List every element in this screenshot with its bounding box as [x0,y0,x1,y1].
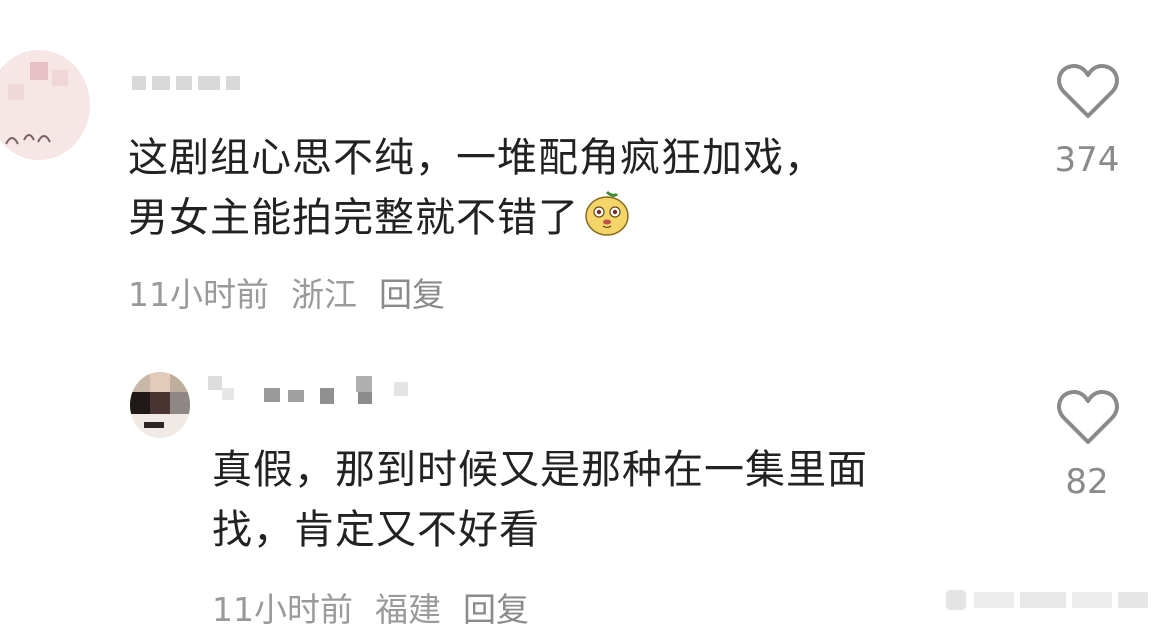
heart-outline-icon [1057,390,1119,444]
comment-2-time: 11小时前 [212,590,353,629]
heart-outline-icon [1057,64,1119,118]
comment-1-time: 11小时前 [128,275,269,314]
comment-1-line-1: 这剧组心思不纯，一堆配角疯狂加戏， [128,135,825,181]
comment-1-username[interactable] [132,72,252,94]
comment-2-location: 福建 [375,590,441,629]
comment-1-like-button[interactable] [1050,62,1126,124]
comment-1-line-2: 男女主能拍完整就不错了 [128,188,948,248]
comment-2-avatar[interactable] [130,372,190,438]
comment-1-like-count: 374 [1054,140,1120,180]
watermark [946,590,1148,610]
comment-2-text: 真假，那到时候又是那种在一集里面 找，肯定又不好看 [212,440,1002,560]
comment-2-line-1: 真假，那到时候又是那种在一集里面 [212,447,868,493]
dog-emoji-icon [585,190,629,236]
comment-2-like-button[interactable] [1050,388,1126,450]
comment-1-meta: 11小时前 浙江 回复 [128,268,467,316]
comment-2-line-2: 找，肯定又不好看 [212,507,540,553]
comment-2-meta: 11小时前 福建 回复 [212,583,551,631]
comment-1-avatar[interactable] [0,50,90,160]
comment-2-like-count: 82 [1065,462,1109,502]
comment-1-location: 浙江 [291,275,357,314]
comment-2-username[interactable] [208,374,428,410]
comment-1-text: 这剧组心思不纯，一堆配角疯狂加戏， 男女主能拍完整就不错了 [128,128,948,248]
comment-2-reply-button[interactable]: 回复 [463,590,529,629]
comment-1-line-2-text: 男女主能拍完整就不错了 [128,195,579,241]
comment-1-reply-button[interactable]: 回复 [379,275,445,314]
